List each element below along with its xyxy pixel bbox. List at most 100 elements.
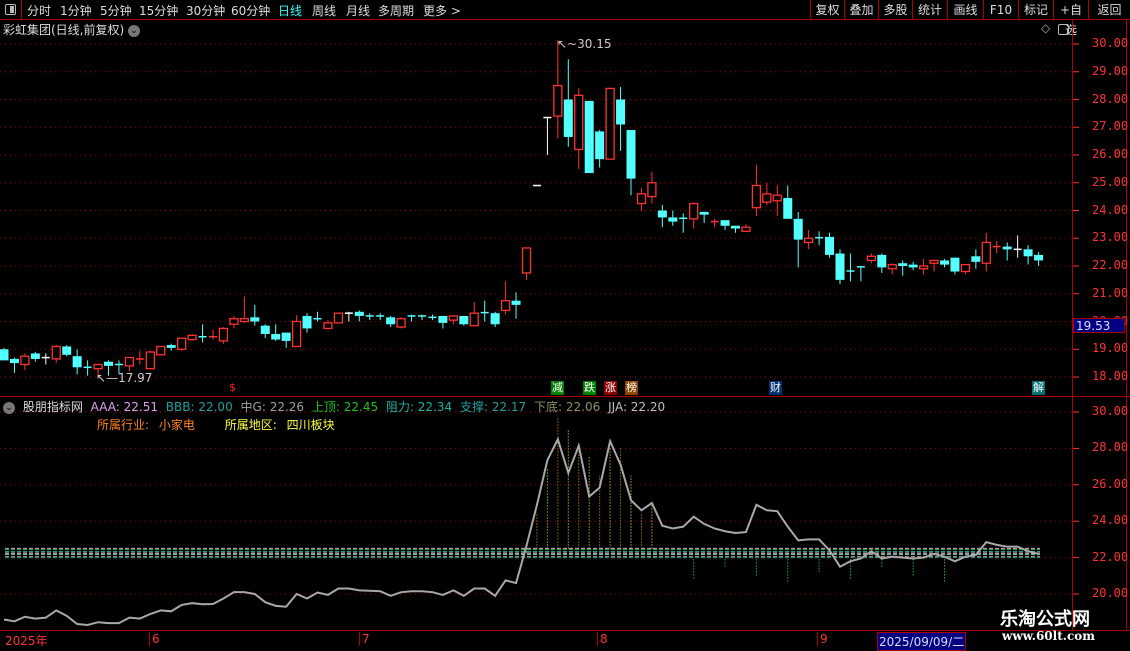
- price-tick-label: 30.00: [1092, 36, 1129, 50]
- candle-body: [302, 315, 312, 329]
- candle-body: [156, 345, 166, 356]
- candle: [647, 171, 657, 204]
- candle-body: [825, 236, 835, 255]
- candle-body: [950, 257, 960, 272]
- event-marker-finance[interactable]: 财: [769, 381, 782, 395]
- candle: [51, 345, 61, 364]
- candle: [699, 211, 709, 223]
- candle-body: [333, 312, 344, 324]
- candle-body: [699, 211, 709, 215]
- candle: [176, 337, 187, 351]
- event-marker-dollar[interactable]: $: [226, 381, 239, 395]
- candle: [521, 247, 532, 280]
- event-marker-rise[interactable]: 涨: [604, 381, 617, 395]
- candle: [877, 253, 887, 273]
- candle: [815, 231, 824, 246]
- candle-body: [563, 99, 573, 137]
- price-tick-label: 19.00: [1092, 341, 1129, 356]
- candle: [918, 259, 929, 275]
- candle-body: [229, 318, 239, 325]
- candle-body: [104, 361, 113, 366]
- candle-body: [971, 256, 981, 262]
- event-marker-reduce[interactable]: 减: [551, 381, 564, 395]
- region-label: 所属地区:: [224, 418, 277, 432]
- candle: [72, 349, 82, 375]
- candle: [218, 327, 229, 344]
- candle: [145, 350, 155, 370]
- candle-body: [626, 130, 636, 179]
- candle: [804, 229, 814, 250]
- event-marker-unlock[interactable]: 解: [1032, 381, 1045, 395]
- candle-body: [960, 263, 971, 273]
- candle-body: [386, 317, 396, 325]
- candle-body: [783, 198, 793, 219]
- event-marker-fall[interactable]: 跌: [583, 381, 596, 395]
- candle: [376, 313, 385, 321]
- candle: [605, 87, 615, 160]
- candle-body: [20, 355, 30, 366]
- candle: [543, 116, 552, 155]
- candle-body: [124, 356, 135, 367]
- high-price-label: ↖~30.15: [557, 37, 612, 51]
- candle: [636, 188, 647, 211]
- candle-body: [9, 358, 19, 364]
- candle: [981, 232, 991, 272]
- cursor-price-label: 19.53: [1073, 318, 1125, 333]
- candle-body: [804, 237, 814, 244]
- candle-body: [271, 333, 281, 340]
- event-marker-list[interactable]: 榜: [625, 381, 638, 395]
- price-tick-label: 25.00: [1092, 174, 1129, 189]
- watermark-logo: 乐淘公式网: [1000, 609, 1090, 630]
- candle: [856, 266, 865, 282]
- candle: [992, 241, 1001, 254]
- indicator-aaa: AAA: 22.51: [90, 400, 158, 414]
- watermark-url: www.60lt.com: [1002, 629, 1095, 643]
- candle: [929, 259, 939, 272]
- candle: [407, 314, 416, 322]
- candle-body: [396, 318, 406, 328]
- candle-body: [521, 247, 532, 274]
- candle-body: [72, 356, 82, 368]
- candle: [720, 220, 730, 230]
- region-value: 四川板块: [286, 418, 335, 432]
- candle: [418, 314, 426, 321]
- candle: [490, 311, 500, 328]
- date-label: 7: [359, 632, 370, 646]
- candle: [229, 315, 239, 329]
- indicator-support: 支撑: 22.17: [459, 400, 527, 414]
- chevron-down-icon[interactable]: ⌄: [3, 401, 15, 414]
- candle: [354, 310, 364, 322]
- candle-body: [62, 346, 72, 355]
- candle: [62, 345, 72, 357]
- candle-body: [835, 253, 845, 280]
- candle: [250, 304, 260, 326]
- panel-divider[interactable]: [0, 396, 1130, 397]
- chart-canvas[interactable]: [0, 0, 1130, 650]
- candle-body: [1034, 254, 1044, 261]
- candle: [428, 314, 437, 321]
- candle: [887, 263, 897, 275]
- indicator-tick-label: 24.00: [1092, 513, 1129, 528]
- candle-body: [877, 254, 887, 268]
- candle-body: [1023, 249, 1033, 257]
- candle: [846, 253, 855, 282]
- candle-body: [500, 300, 511, 312]
- cursor-date-label: 2025/09/09/二: [877, 632, 967, 651]
- candle-body: [469, 312, 479, 327]
- indicator-zhong-g: 中G: 22.26: [240, 400, 305, 414]
- candle-body: [93, 363, 103, 370]
- indicator-top: 上顶: 22.45: [311, 400, 379, 414]
- candle: [459, 315, 469, 326]
- indicator-name: 股朋指标网: [22, 400, 83, 414]
- candle: [209, 329, 217, 340]
- candle: [866, 253, 876, 264]
- price-tick-label: 18.00: [1092, 369, 1129, 383]
- candle: [825, 232, 835, 258]
- candle-body: [145, 351, 155, 370]
- candle: [1002, 242, 1012, 261]
- candle: [83, 360, 92, 376]
- price-tick-label: 26.00: [1092, 147, 1129, 161]
- candle: [741, 224, 751, 232]
- candle: [1023, 245, 1033, 265]
- candle: [584, 100, 594, 174]
